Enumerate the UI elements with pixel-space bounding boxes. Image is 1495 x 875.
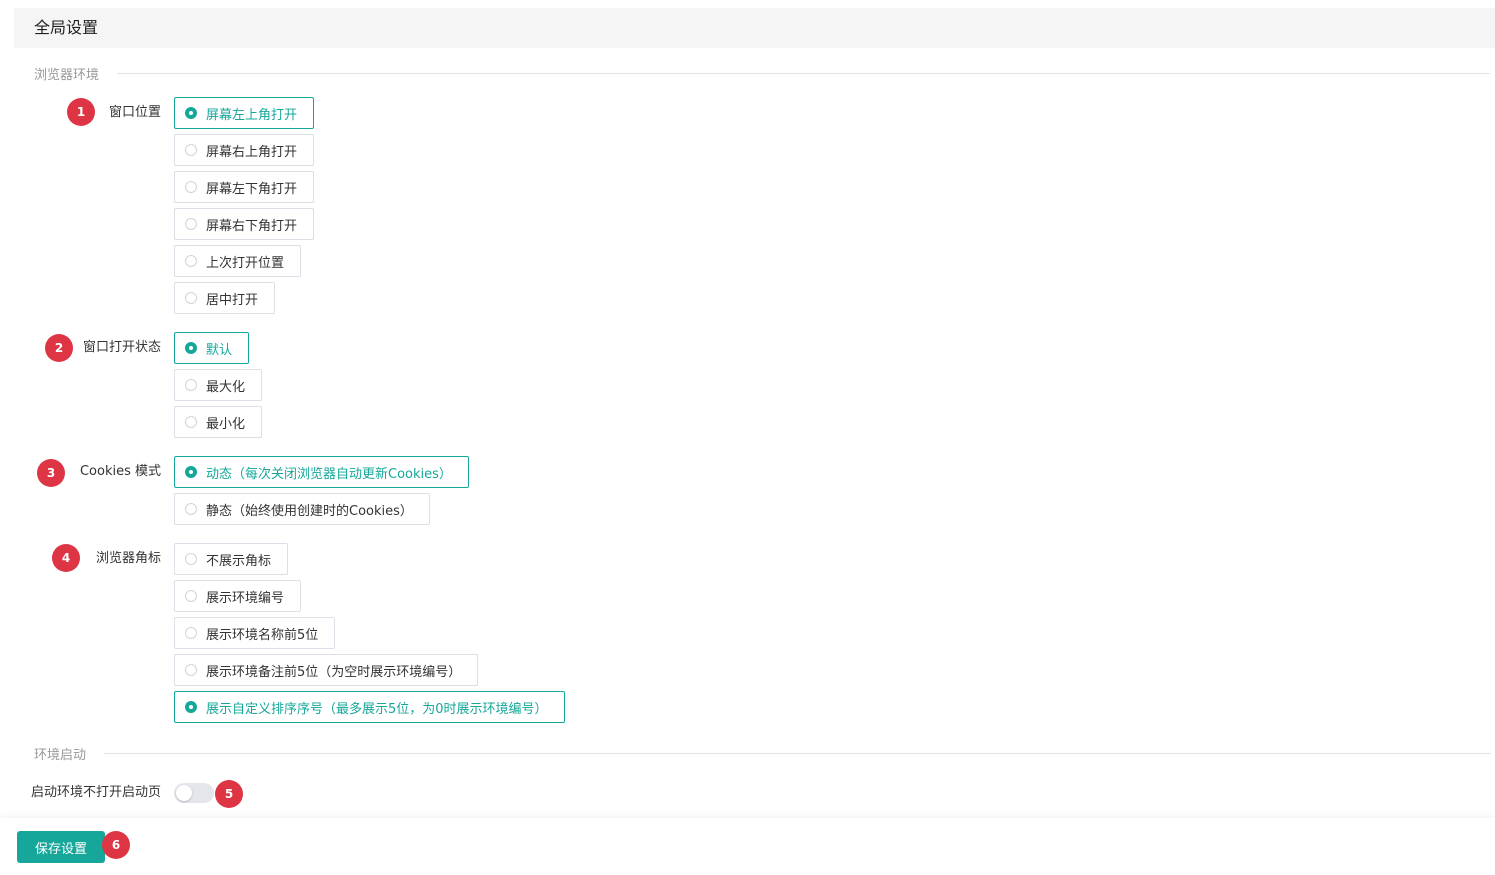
radio-label: 展示环境编号 xyxy=(206,590,285,606)
radio-checked-icon xyxy=(185,107,197,119)
radio-window-center[interactable]: 居中打开 xyxy=(174,282,276,314)
radio-label: 居中打开 xyxy=(206,292,259,308)
radio-unchecked-icon xyxy=(185,218,197,230)
radio-unchecked-icon xyxy=(185,255,197,267)
radio-label: 静态（始终使用创建时的Cookies） xyxy=(206,503,413,519)
toggle-knob xyxy=(176,785,192,801)
radio-checked-icon xyxy=(185,342,197,354)
radio-label: 展示环境名称前5位 xyxy=(206,627,319,643)
section-title: 浏览器环境 xyxy=(34,67,100,83)
browser-badge-label: 浏览器角标 xyxy=(95,551,161,566)
section-env-launch: 环境启动 xyxy=(34,744,1492,763)
radio-unchecked-icon xyxy=(185,416,197,428)
step-badge-5: 5 xyxy=(215,780,243,808)
section-line xyxy=(117,72,1491,74)
radio-label: 上次打开位置 xyxy=(206,255,285,271)
radio-checked-icon xyxy=(185,701,197,713)
radio-badge-env-name[interactable]: 展示环境名称前5位 xyxy=(174,617,336,649)
radio-badge-custom-order[interactable]: 展示自定义排序序号（最多展示5位，为0时展示环境编号） xyxy=(174,691,565,723)
radio-window-top-right[interactable]: 屏幕右上角打开 xyxy=(174,134,315,166)
step-badge-2: 2 xyxy=(45,334,73,362)
no-start-page-toggle[interactable] xyxy=(174,783,214,803)
radio-unchecked-icon xyxy=(185,181,197,193)
radio-badge-env-remark[interactable]: 展示环境备注前5位（为空时展示环境编号） xyxy=(174,654,479,686)
no-start-page-label: 启动环境不打开启动页 xyxy=(30,785,161,800)
section-line xyxy=(104,752,1492,754)
radio-unchecked-icon xyxy=(185,379,197,391)
radio-badge-env-number[interactable]: 展示环境编号 xyxy=(174,580,302,612)
radio-unchecked-icon xyxy=(185,503,197,515)
radio-unchecked-icon xyxy=(185,144,197,156)
section-title: 环境启动 xyxy=(34,747,87,763)
page-title: 全局设置 xyxy=(34,18,99,37)
radio-label: 屏幕左下角打开 xyxy=(206,181,298,197)
radio-label: 展示自定义排序序号（最多展示5位，为0时展示环境编号） xyxy=(206,701,548,717)
radio-window-last-position[interactable]: 上次打开位置 xyxy=(174,245,302,277)
save-settings-button[interactable]: 保存设置 xyxy=(17,831,105,863)
radio-state-minimized[interactable]: 最小化 xyxy=(174,406,263,438)
radio-window-top-left[interactable]: 屏幕左上角打开 xyxy=(174,97,315,129)
radio-badge-none[interactable]: 不展示角标 xyxy=(174,543,289,575)
step-badge-3: 3 xyxy=(37,459,65,487)
radio-unchecked-icon xyxy=(185,590,197,602)
footer-bar xyxy=(0,818,1495,875)
radio-label: 屏幕左上角打开 xyxy=(206,107,298,123)
section-browser-env: 浏览器环境 xyxy=(34,64,1491,83)
step-badge-4: 4 xyxy=(52,544,80,572)
radio-unchecked-icon xyxy=(185,627,197,639)
step-badge-6: 6 xyxy=(102,831,130,859)
radio-label: 最小化 xyxy=(206,416,246,432)
page-header: 全局设置 xyxy=(14,8,1495,48)
step-badge-1: 1 xyxy=(67,98,95,126)
radio-label: 动态（每次关闭浏览器自动更新Cookies） xyxy=(206,466,452,482)
radio-window-bottom-left[interactable]: 屏幕左下角打开 xyxy=(174,171,315,203)
radio-unchecked-icon xyxy=(185,292,197,304)
radio-state-maximized[interactable]: 最大化 xyxy=(174,369,263,401)
radio-state-default[interactable]: 默认 xyxy=(174,332,250,364)
radio-label: 屏幕右下角打开 xyxy=(206,218,298,234)
radio-label: 不展示角标 xyxy=(206,553,272,569)
window-state-label: 窗口打开状态 xyxy=(82,340,161,355)
radio-unchecked-icon xyxy=(185,553,197,565)
window-position-label: 窗口位置 xyxy=(108,105,161,120)
radio-unchecked-icon xyxy=(185,664,197,676)
radio-label: 展示环境备注前5位（为空时展示环境编号） xyxy=(206,664,462,680)
radio-checked-icon xyxy=(185,466,197,478)
radio-label: 屏幕右上角打开 xyxy=(206,144,298,160)
radio-cookies-dynamic[interactable]: 动态（每次关闭浏览器自动更新Cookies） xyxy=(174,456,469,488)
radio-window-bottom-right[interactable]: 屏幕右下角打开 xyxy=(174,208,315,240)
radio-label: 默认 xyxy=(206,342,233,358)
radio-label: 最大化 xyxy=(206,379,246,395)
radio-cookies-static[interactable]: 静态（始终使用创建时的Cookies） xyxy=(174,493,430,525)
cookies-mode-label: Cookies 模式 xyxy=(79,464,161,479)
global-settings-page: 全局设置 浏览器环境 1 窗口位置 屏幕左上角打开 屏幕右上角打开 屏幕左下角打… xyxy=(0,0,1495,875)
